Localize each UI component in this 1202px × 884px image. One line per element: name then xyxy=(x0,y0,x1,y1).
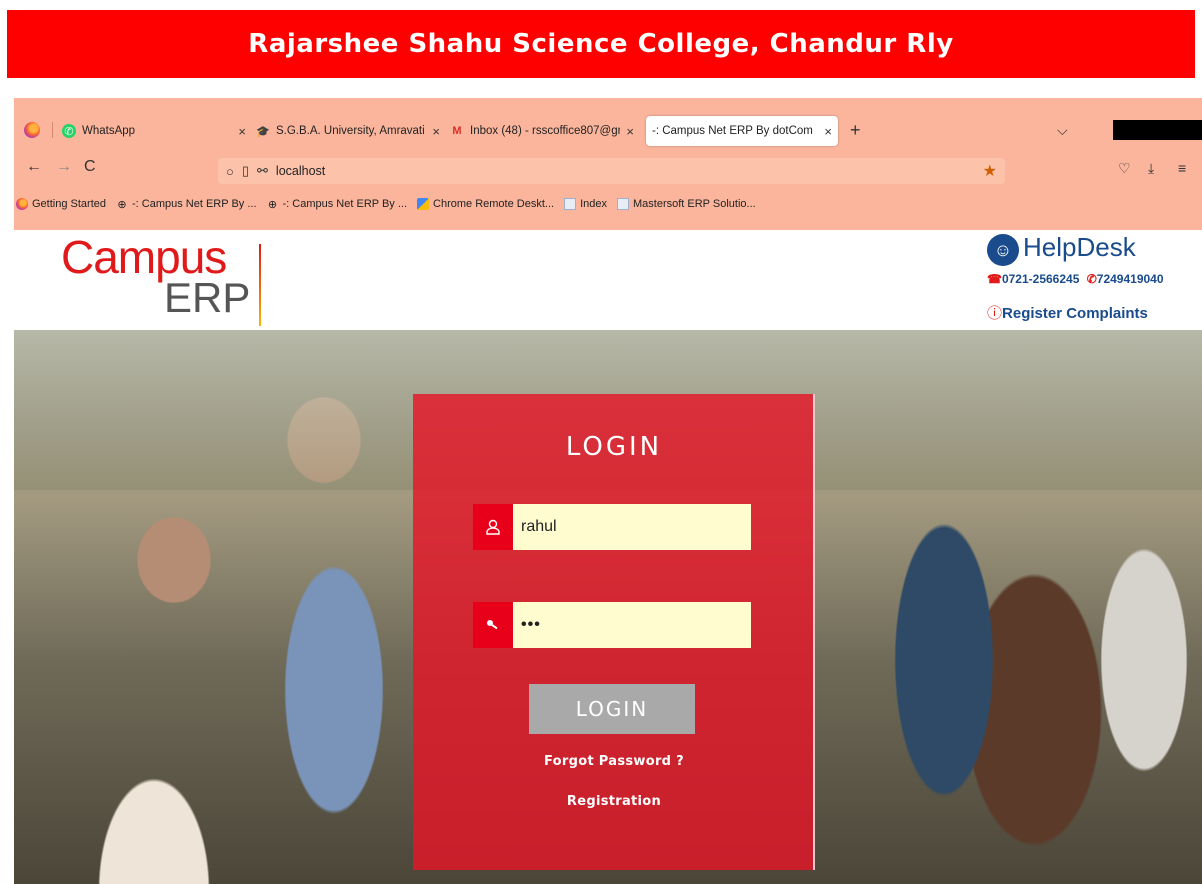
helpdesk-panel: ☺ HelpDesk ☎0721-2566245 ✆7249419040 ⓘRe… xyxy=(987,232,1187,328)
login-title: LOGIN xyxy=(565,432,663,462)
pocket-icon[interactable]: ♡ xyxy=(1118,160,1131,177)
page-info-icon[interactable]: ▯ xyxy=(242,163,249,179)
close-icon[interactable]: × xyxy=(238,124,246,139)
tab-whatsapp[interactable]: ✆ WhatsApp × xyxy=(62,116,252,146)
firefox-icon xyxy=(16,198,28,210)
close-icon[interactable]: × xyxy=(626,124,634,139)
login-panel: LOGIN LOGIN Forgot Password ? Registrati… xyxy=(413,394,815,870)
close-icon[interactable]: × xyxy=(824,124,832,139)
register-complaints-label: Register Complaints xyxy=(1002,305,1148,322)
username-input[interactable] xyxy=(513,504,751,550)
tab-label: WhatsApp xyxy=(82,125,136,137)
register-complaints-link[interactable]: ⓘRegister Complaints xyxy=(987,302,1148,323)
user-icon xyxy=(473,504,513,550)
bookmarks-bar: Getting Started ⊕ -: Campus Net ERP By .… xyxy=(14,190,1202,218)
forgot-password-link[interactable]: Forgot Password ? xyxy=(413,754,815,769)
page-icon xyxy=(564,198,577,210)
close-icon[interactable]: × xyxy=(432,124,440,139)
bookmark-campus-erp-2[interactable]: ⊕ -: Campus Net ERP By ... xyxy=(267,198,408,211)
permissions-icon[interactable]: ⚯ xyxy=(257,163,268,179)
hero-background-image: LOGIN LOGIN Forgot Password ? Registrati… xyxy=(14,330,1202,884)
helpdesk-title: HelpDesk xyxy=(1023,232,1136,262)
tab-separator xyxy=(52,122,53,138)
gmail-icon: M xyxy=(452,125,462,137)
forward-arrow-icon[interactable]: → xyxy=(56,158,72,176)
bookmark-chrome-remote[interactable]: Chrome Remote Deskt... xyxy=(417,198,554,210)
reload-icon[interactable]: C xyxy=(84,158,96,176)
new-tab-button[interactable]: + xyxy=(850,120,861,141)
page-icon xyxy=(617,198,629,210)
browser-chrome: ✆ WhatsApp × 🎓 S.G.B.A. University, Amra… xyxy=(14,98,1202,230)
telephone-icon: ☎ xyxy=(987,272,1002,286)
back-arrow-icon[interactable]: ← xyxy=(26,158,42,176)
whatsapp-icon: ✆ xyxy=(62,124,76,138)
college-banner: Rajarshee Shahu Science College, Chandur… xyxy=(7,10,1195,78)
graduation-cap-icon: 🎓 xyxy=(256,125,270,138)
bookmark-label: Index xyxy=(580,198,607,210)
phone-landline: 0721-2566245 xyxy=(1001,272,1080,286)
firefox-icon[interactable] xyxy=(24,122,40,138)
helpdesk-agent-icon: ☺ xyxy=(987,234,1019,266)
password-field xyxy=(473,602,751,648)
shield-icon[interactable]: ○ xyxy=(226,164,234,179)
bookmark-index[interactable]: Index xyxy=(564,198,607,210)
tab-gmail-inbox[interactable]: M Inbox (48) - rsscoffice807@gma × xyxy=(450,116,640,146)
info-icon: ⓘ xyxy=(987,305,1003,322)
logo-erp-text: ERP xyxy=(164,274,251,321)
tab-sgba-university[interactable]: 🎓 S.G.B.A. University, Amravati × xyxy=(256,116,446,146)
download-icon[interactable]: ⤓ xyxy=(1148,160,1154,177)
college-title: Rajarshee Shahu Science College, Chandur… xyxy=(248,29,954,59)
url-bar[interactable]: ○ ▯ ⚯ localhost ★ xyxy=(218,158,1005,184)
registration-link[interactable]: Registration xyxy=(413,794,815,809)
page-root: Rajarshee Shahu Science College, Chandur… xyxy=(0,0,1202,884)
bookmark-campus-erp-1[interactable]: ⊕ -: Campus Net ERP By ... xyxy=(116,198,257,211)
redacted-block xyxy=(1113,120,1202,140)
bookmark-label: -: Campus Net ERP By ... xyxy=(282,198,408,210)
chevron-down-icon[interactable]: ⌵ xyxy=(1057,122,1068,139)
helpdesk-phones: ☎0721-2566245 ✆7249419040 xyxy=(987,272,1164,286)
tab-label: S.G.B.A. University, Amravati xyxy=(276,125,425,137)
password-input[interactable] xyxy=(513,602,751,648)
bookmark-label: Mastersoft ERP Solutio... xyxy=(633,198,756,210)
phone-mobile: 7249419040 xyxy=(1096,272,1164,286)
key-icon xyxy=(473,602,513,648)
bookmark-label: Chrome Remote Deskt... xyxy=(433,198,555,210)
globe-icon: ⊕ xyxy=(267,198,278,211)
bookmark-getting-started[interactable]: Getting Started xyxy=(16,198,106,210)
chrome-remote-icon xyxy=(417,198,430,210)
logo-divider xyxy=(259,244,261,326)
tab-label: -: Campus Net ERP By dotCom Info xyxy=(652,125,816,137)
bookmark-label: Getting Started xyxy=(32,198,106,210)
menu-icon[interactable]: ≡ xyxy=(1178,160,1186,176)
username-field xyxy=(473,504,751,550)
bookmark-star-icon[interactable]: ★ xyxy=(983,161,997,181)
url-text[interactable]: localhost xyxy=(276,164,325,178)
bookmark-label: -: Campus Net ERP By ... xyxy=(132,198,257,210)
globe-icon: ⊕ xyxy=(117,198,127,211)
site-header: Campus ERP ☺ HelpDesk ☎0721-2566245 ✆724… xyxy=(14,230,1202,330)
mobile-phone-icon: ✆ xyxy=(1086,272,1097,286)
tab-bar: ✆ WhatsApp × 🎓 S.G.B.A. University, Amra… xyxy=(14,114,1202,146)
nav-bar: ← → C ○ ▯ ⚯ localhost ★ ♡ ⤓ ≡ xyxy=(14,154,1202,184)
tab-campus-erp[interactable]: -: Campus Net ERP By dotCom Info × xyxy=(646,116,838,146)
tab-label: Inbox (48) - rsscoffice807@gma xyxy=(470,125,620,137)
login-button[interactable]: LOGIN xyxy=(529,684,695,734)
bookmark-mastersoft[interactable]: Mastersoft ERP Solutio... xyxy=(617,198,756,210)
